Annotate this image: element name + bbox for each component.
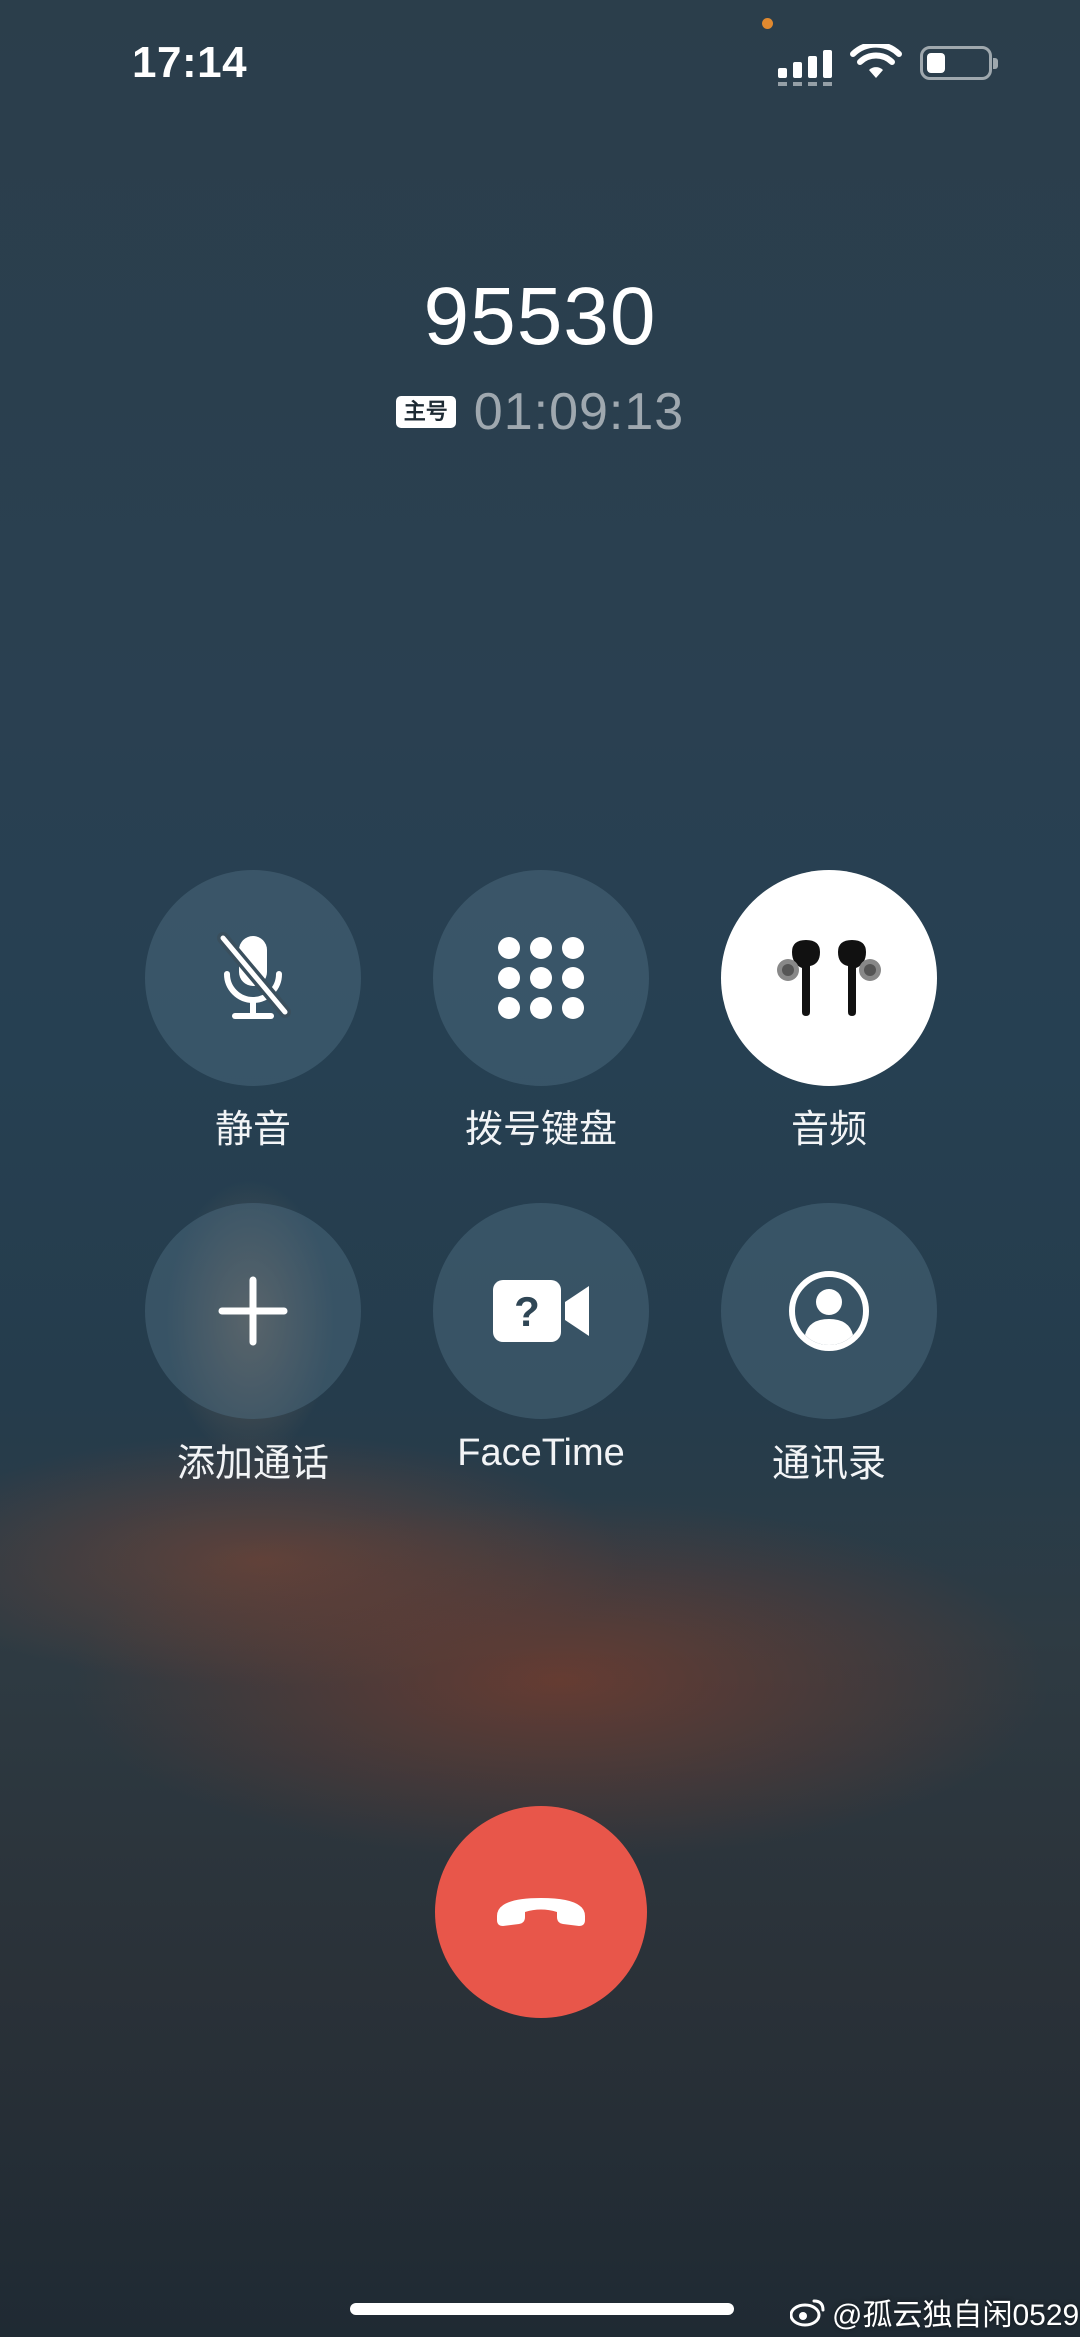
cellular-signal-icon (778, 44, 834, 86)
watermark-text: @孤云独自闲0529 (832, 2299, 1080, 2332)
facetime-label: FaceTime (457, 1432, 625, 1474)
facetime-button[interactable]: ? (433, 1203, 649, 1419)
facetime-unavailable-icon: ? (493, 1280, 589, 1342)
phone-down-icon (497, 1898, 585, 1926)
privacy-indicator-dot (762, 18, 773, 29)
end-call-button[interactable] (435, 1806, 647, 2018)
keypad-icon (498, 937, 584, 1019)
keypad-label: 拨号键盘 (464, 1109, 617, 1151)
add-call-label: 添加通话 (176, 1443, 329, 1485)
contacts-button[interactable] (721, 1203, 937, 1419)
sim-line-badge: 主号 (395, 396, 456, 428)
watermark: @孤云独自闲0529 (790, 2290, 1079, 2334)
caller-number: 95530 (423, 271, 657, 362)
svg-text:?: ? (514, 1288, 540, 1335)
audio-button[interactable] (721, 870, 937, 1086)
battery-icon (920, 46, 998, 80)
contacts-label: 通讯录 (771, 1443, 886, 1485)
status-time: 17:14 (132, 38, 248, 87)
plus-icon (218, 1276, 288, 1346)
person-circle-icon (789, 1271, 869, 1351)
airpods-icon (777, 940, 881, 1016)
audio-label: 音频 (790, 1109, 867, 1151)
weibo-icon (790, 2299, 825, 2327)
mute-button[interactable] (145, 870, 361, 1086)
mic-slash-icon (217, 932, 291, 1019)
call-duration: 01:09:13 (473, 383, 685, 441)
home-indicator[interactable] (350, 2303, 734, 2315)
call-status-line: 主号 01:09:13 (0, 382, 1080, 442)
mute-label: 静音 (214, 1109, 291, 1151)
wifi-icon (850, 44, 902, 78)
keypad-button[interactable] (433, 870, 649, 1086)
add-call-button[interactable] (145, 1203, 361, 1419)
